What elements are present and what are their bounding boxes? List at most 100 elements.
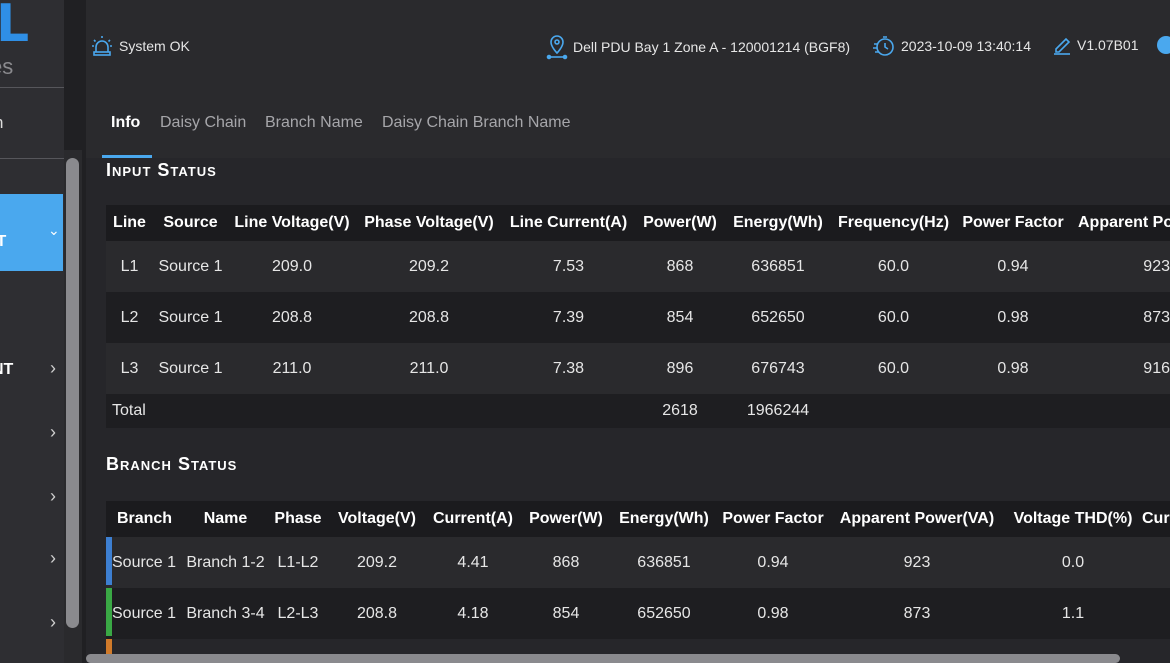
column-header[interactable]: Power(W) xyxy=(520,501,612,537)
cell-source: Source 1 xyxy=(153,292,228,343)
chevron-right-icon[interactable]: › xyxy=(50,612,56,633)
cell-phase-voltage: 211.0 xyxy=(356,343,502,394)
column-header[interactable]: Frequency(Hz) xyxy=(831,205,956,241)
cell-power: 854 xyxy=(520,588,612,639)
cell-power: 854 xyxy=(635,292,725,343)
cell-phase: L2-L3 xyxy=(268,588,328,639)
cell-voltage-thd: 1.1 xyxy=(1004,588,1142,639)
cell-power-factor: 0.94 xyxy=(956,241,1070,292)
branch-status-title: Branch Status xyxy=(106,454,238,474)
cell-voltage-thd: 0.0 xyxy=(1004,537,1142,588)
cell-phase-voltage: 208.8 xyxy=(356,292,502,343)
tab-daisy-chain-branch-name[interactable]: Daisy Chain Branch Name xyxy=(382,114,571,132)
horizontal-scrollbar[interactable] xyxy=(86,654,1120,663)
cell-line: L1 xyxy=(106,241,153,292)
cell-apparent-power: 923 xyxy=(830,537,1004,588)
total-energy: 1966244 xyxy=(725,394,831,428)
cell-voltage: 209.2 xyxy=(328,537,426,588)
column-header[interactable]: Voltage(V) xyxy=(328,501,426,537)
chevron-right-icon[interactable]: › xyxy=(50,548,56,569)
cell-branch: Source 1 xyxy=(106,537,183,588)
total-label: Total xyxy=(106,394,228,428)
cell-apparent-power: 873 xyxy=(830,588,1004,639)
column-header[interactable]: Phase xyxy=(268,501,328,537)
table-row[interactable]: Source 1 Branch 3-4 L2-L3 208.8 4.18 854… xyxy=(106,588,1170,639)
sidebar-scroll-thumb[interactable] xyxy=(66,158,79,628)
column-header[interactable]: Current(A) xyxy=(426,501,520,537)
cell-branch: Source 1 xyxy=(106,588,183,639)
column-header[interactable]: Line Current(A) xyxy=(502,205,635,241)
cell-source: Source 1 xyxy=(153,241,228,292)
pdu-location-label: Dell PDU Bay 1 Zone A - 120001214 (BGF8) xyxy=(573,39,851,55)
system-status[interactable]: System OK xyxy=(90,34,190,58)
firmware-version[interactable]: V1.07B01 xyxy=(1052,34,1139,56)
branch-status-table: Branch Name Phase Voltage(V) Current(A) … xyxy=(106,501,1170,639)
column-header[interactable]: Power Factor xyxy=(716,501,830,537)
tab-branch-name[interactable]: Branch Name xyxy=(265,114,363,132)
column-header[interactable]: Cur xyxy=(1142,501,1170,537)
cell-line: L2 xyxy=(106,292,153,343)
table-row[interactable]: Source 1 Branch 1-2 L1-L2 209.2 4.41 868… xyxy=(106,537,1170,588)
globe-icon[interactable] xyxy=(1154,34,1170,56)
top-bar: System OK Dell PDU Bay 1 Zone A - 120001… xyxy=(86,0,1170,88)
cell-line-current: 7.53 xyxy=(502,241,635,292)
tab-bar: Info Daisy Chain Branch Name Daisy Chain… xyxy=(86,88,1170,158)
column-header[interactable]: Voltage THD(%) xyxy=(1004,501,1142,537)
cell-current: 4.18 xyxy=(426,588,520,639)
total-power: 2618 xyxy=(635,394,725,428)
column-header[interactable]: Source xyxy=(153,205,228,241)
table-row[interactable]: L3 Source 1 211.0 211.0 7.38 896 676743 … xyxy=(106,343,1170,394)
location-pin-icon xyxy=(546,34,568,60)
sidebar-item-management-label[interactable]: NT xyxy=(0,361,13,379)
column-header[interactable]: Apparent Power(VA) xyxy=(830,501,1004,537)
tab-daisy-chain[interactable]: Daisy Chain xyxy=(160,114,246,132)
cell-frequency: 60.0 xyxy=(831,343,956,394)
cell-energy: 676743 xyxy=(725,343,831,394)
column-header[interactable]: Apparent Po xyxy=(1070,205,1170,241)
total-row: Total 2618 1966244 xyxy=(106,394,1170,428)
cell-power: 868 xyxy=(520,537,612,588)
sidebar: L es n IT ⌄ NT › › › › › xyxy=(0,0,64,663)
cell-line-current: 7.39 xyxy=(502,292,635,343)
cell-energy: 636851 xyxy=(725,241,831,292)
cell-name: Branch 3-4 xyxy=(183,588,268,639)
table-row[interactable]: L1 Source 1 209.0 209.2 7.53 868 636851 … xyxy=(106,241,1170,292)
column-header[interactable]: Phase Voltage(V) xyxy=(356,205,502,241)
cell-power: 868 xyxy=(635,241,725,292)
column-header[interactable]: Line xyxy=(106,205,153,241)
column-header[interactable]: Energy(Wh) xyxy=(612,501,716,537)
chevron-right-icon[interactable]: › xyxy=(50,422,56,443)
system-status-label: System OK xyxy=(119,38,190,54)
sidebar-item-active-label: IT xyxy=(0,233,7,250)
alarm-icon xyxy=(90,34,114,58)
column-header[interactable]: Power Factor xyxy=(956,205,1070,241)
column-header[interactable]: Power(W) xyxy=(635,205,725,241)
system-datetime[interactable]: 2023-10-09 13:40:14 xyxy=(872,34,1031,58)
cell-power-factor: 0.98 xyxy=(956,343,1070,394)
cell-energy: 636851 xyxy=(612,537,716,588)
input-status-table: Line Source Line Voltage(V) Phase Voltag… xyxy=(106,205,1170,428)
chevron-right-icon[interactable]: › xyxy=(50,358,56,379)
edit-icon xyxy=(1052,34,1072,56)
chevron-down-icon[interactable]: ⌄ xyxy=(48,222,60,239)
branch-phase-marker xyxy=(106,537,112,585)
chevron-right-icon[interactable]: › xyxy=(50,486,56,507)
sidebar-divider xyxy=(0,87,64,88)
active-tab-indicator xyxy=(102,155,152,158)
column-header[interactable]: Branch xyxy=(106,501,183,537)
cell-apparent-power: 923 xyxy=(1070,241,1170,292)
column-header[interactable]: Line Voltage(V) xyxy=(228,205,356,241)
branch-phase-marker xyxy=(106,588,112,636)
pdu-location[interactable]: Dell PDU Bay 1 Zone A - 120001214 (BGF8) xyxy=(546,34,850,60)
column-header[interactable]: Name xyxy=(183,501,268,537)
cell-current: 4.41 xyxy=(426,537,520,588)
sidebar-item-home[interactable]: n xyxy=(0,113,3,133)
cell-power: 896 xyxy=(635,343,725,394)
column-header[interactable]: Energy(Wh) xyxy=(725,205,831,241)
cell-energy: 652650 xyxy=(612,588,716,639)
table-row[interactable]: L2 Source 1 208.8 208.8 7.39 854 652650 … xyxy=(106,292,1170,343)
tab-info[interactable]: Info xyxy=(111,114,140,132)
cell-source: Source 1 xyxy=(153,343,228,394)
cell-name: Branch 1-2 xyxy=(183,537,268,588)
input-status-title: Input Status xyxy=(106,160,217,180)
